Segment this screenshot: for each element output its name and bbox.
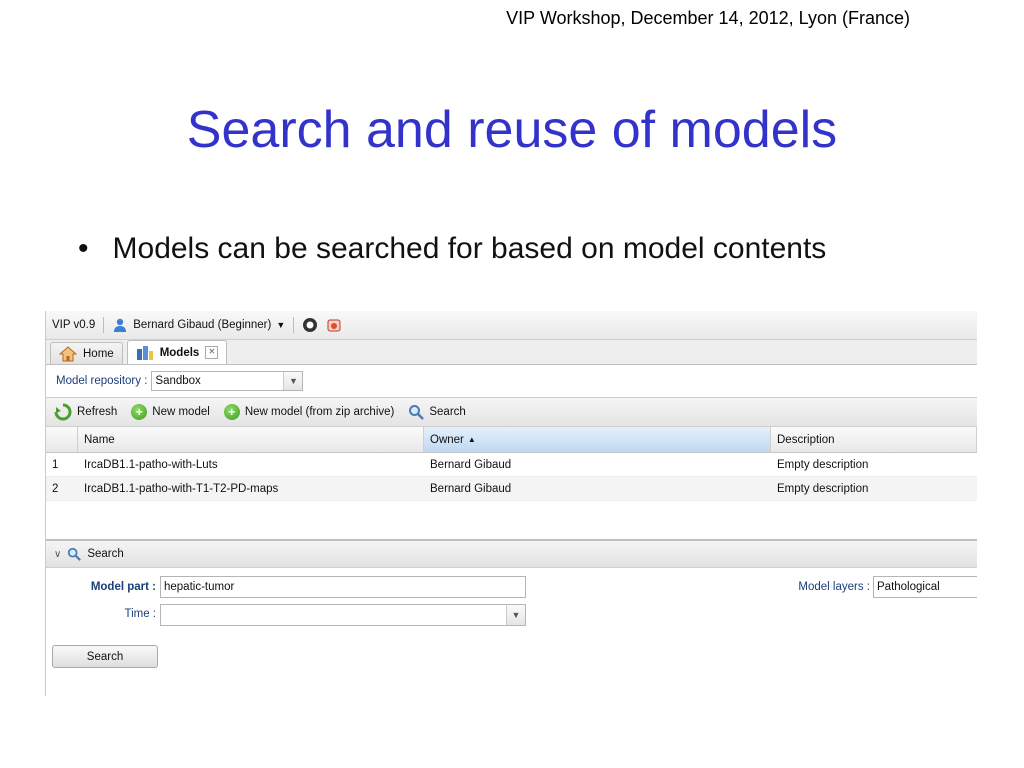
topbar-divider [103,317,105,333]
repository-value: Sandbox [155,375,201,387]
search-button[interactable]: Search [52,645,158,668]
row-description: Empty description [777,458,869,471]
tab-bar: Home Models ✕ [46,340,977,365]
tab-home-label: Home [83,347,114,360]
table-header: Name Owner ▲ Description [46,427,977,453]
row-owner: Bernard Gibaud [430,482,512,495]
chevron-down-icon[interactable]: ∨ [54,549,61,560]
refresh-label: Refresh [77,406,118,418]
chevron-down-icon: ▼ [276,320,286,330]
bullet-text: Models can be searched for based on mode… [112,232,827,265]
column-header-owner[interactable]: Owner ▲ [424,427,771,452]
row-index: 1 [52,458,59,471]
column-header-owner-label: Owner [430,433,464,446]
model-part-label: Model part : [90,581,156,593]
search-panel-header[interactable]: ∨ Search [46,540,977,568]
column-header-index[interactable] [46,427,78,452]
row-owner: Bernard Gibaud [430,458,512,471]
column-header-description[interactable]: Description [771,427,977,452]
model-layers-select[interactable]: Pathological [873,576,977,598]
add-icon: + [223,404,240,420]
user-menu[interactable]: Bernard Gibaud (Beginner) ▼ [112,317,285,333]
new-model-zip-label: New model (from zip archive) [244,406,395,418]
row-name: IrcaDB1.1-patho-with-Luts [84,458,218,471]
table-empty-area [46,501,977,539]
new-model-label: New model [152,406,210,418]
model-part-input[interactable]: hepatic-tumor [160,576,526,598]
models-icon [136,345,153,360]
close-icon[interactable]: ✕ [205,346,219,359]
search-icon [409,405,425,420]
row-name: IrcaDB1.1-patho-with-T1-T2-PD-maps [84,482,279,495]
time-select[interactable]: ▼ [160,604,526,626]
chevron-down-icon[interactable]: ▼ [283,372,303,390]
bullet-dot-icon: • [78,232,89,265]
new-model-button[interactable]: + New model [131,404,210,420]
table-row[interactable]: 1 IrcaDB1.1-patho-with-Luts Bernard Giba… [46,453,977,477]
tab-home[interactable]: Home [50,342,123,364]
topbar-divider [293,317,295,333]
row-index: 2 [52,482,59,495]
search-panel-title: Search [87,548,124,560]
search-toolbar-button[interactable]: Search [408,404,466,420]
tab-models-label: Models [159,346,200,359]
repository-label: Model repository : [56,375,148,387]
models-toolbar: Refresh + New model + New model (from zi… [46,397,977,427]
sort-ascending-icon: ▲ [467,435,476,444]
app-version: VIP v0.9 [52,319,96,331]
search-toolbar-label: Search [429,406,466,418]
user-icon [114,318,127,332]
vip-app-window: VIP v0.9 Bernard Gibaud (Beginner) ▼ Hom… [45,311,977,696]
repository-select[interactable]: Sandbox ▼ [151,371,304,391]
house-icon [59,345,77,361]
refresh-button[interactable]: Refresh [54,403,117,421]
new-model-zip-button[interactable]: + New model (from zip archive) [223,404,395,420]
repository-row: Model repository : Sandbox ▼ [46,365,977,397]
model-part-value: hepatic-tumor [164,581,235,593]
models-table: Name Owner ▲ Description 1 IrcaDB1.1-pat… [46,427,977,540]
column-header-name[interactable]: Name [78,427,424,452]
slide-title: Search and reuse of models [186,101,838,159]
bullet-item: • Models can be searched for based on mo… [78,232,826,266]
search-icon [68,547,82,561]
chevron-down-icon[interactable]: ▼ [506,605,525,625]
slide-header-line: VIP Workshop, December 14, 2012, Lyon (F… [506,8,910,28]
time-label: Time : [124,608,156,620]
model-layers-value: Pathological [877,581,940,593]
user-name: Bernard Gibaud (Beginner) [133,319,272,331]
tab-models[interactable]: Models ✕ [126,340,228,364]
app-topbar: VIP v0.9 Bernard Gibaud (Beginner) ▼ [46,311,977,340]
table-row[interactable]: 2 IrcaDB1.1-patho-with-T1-T2-PD-maps Ber… [46,477,977,501]
search-form: Model part : hepatic-tumor Time : ▼ Mode… [46,568,977,688]
model-layers-label: Model layers : [798,581,870,593]
bug-report-icon[interactable] [326,317,342,333]
chat-icon[interactable] [302,317,318,333]
add-icon: + [131,404,148,420]
row-description: Empty description [777,482,869,495]
refresh-icon [54,403,72,421]
